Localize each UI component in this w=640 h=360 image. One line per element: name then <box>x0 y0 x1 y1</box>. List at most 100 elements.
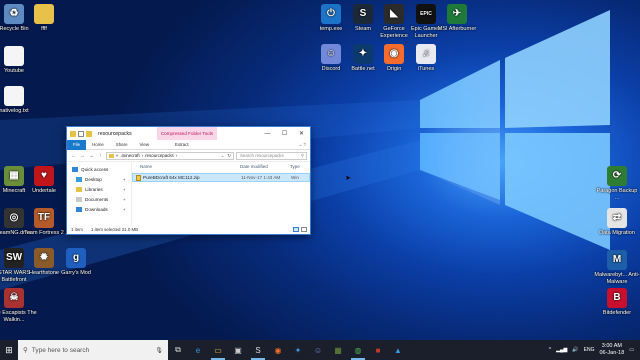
title-bar[interactable]: resourcepacks Compressed Folder Tools — … <box>67 127 310 140</box>
folder-icon <box>109 153 114 158</box>
breadcrumb-prefix[interactable]: « <box>116 153 118 158</box>
clock[interactable]: 3:00 AM 06-Jan-18 <box>599 343 624 357</box>
tab-home[interactable]: Home <box>86 140 110 150</box>
details-view-icon[interactable] <box>293 227 299 232</box>
task-view-icon[interactable]: ⧉ <box>168 340 188 360</box>
tab-view[interactable]: View <box>134 140 155 150</box>
app-icon-2[interactable]: ▲ <box>388 340 408 360</box>
maximize-button[interactable]: ☐ <box>276 127 293 140</box>
large-icons-view-icon[interactable] <box>301 227 307 232</box>
chrome-icon[interactable]: ◍ <box>348 340 368 360</box>
file-list: Name Date modified Type PureBDcraft 64x … <box>132 162 351 225</box>
recent-locations-icon[interactable]: ⌄ <box>88 153 95 159</box>
steam-taskbar-icon[interactable]: S <box>248 340 268 360</box>
taskbar-search[interactable]: ⚲ Type here to search 🎙 <box>18 340 168 360</box>
volume-icon[interactable]: 🔊 <box>572 347 578 353</box>
text-file-icon <box>4 86 24 106</box>
folder-icon <box>34 4 54 24</box>
language-indicator[interactable]: ENG <box>584 347 595 353</box>
file-row[interactable]: PureBDcraft 64x MC112.zip 11-Nov-17 1:43… <box>132 173 310 182</box>
desktop-icon[interactable]: M Malwarebyt... Anti-Malware <box>594 250 640 285</box>
pin-icon[interactable]: ✦ <box>123 207 126 212</box>
pin-icon[interactable]: ✦ <box>123 187 126 192</box>
search-icon: ⚲ <box>300 152 304 158</box>
undertale-icon: ♥ <box>34 166 54 186</box>
tab-file[interactable]: File <box>67 139 87 150</box>
address-bar[interactable]: « .minecraft › resourcepacks › ⌄ ↻ <box>106 151 234 160</box>
start-button[interactable]: ⊞ <box>0 340 18 360</box>
quick-access-toolbar <box>67 130 92 137</box>
refresh-icon[interactable]: ↻ <box>227 153 231 159</box>
column-name[interactable]: Name <box>132 164 240 169</box>
malwarebytes-icon: M <box>607 250 627 270</box>
nav-item-label: Quick access <box>81 166 109 172</box>
clock-date: 06-Jan-18 <box>599 350 625 356</box>
pin-icon[interactable]: ✦ <box>123 197 126 202</box>
file-explorer-window[interactable]: resourcepacks Compressed Folder Tools — … <box>66 126 351 235</box>
store-icon[interactable]: ▣ <box>228 340 248 360</box>
nav-item[interactable]: Downloads ✦ <box>67 204 131 214</box>
back-icon[interactable]: ← <box>70 153 77 159</box>
discord-taskbar-icon[interactable]: ☺ <box>308 340 328 360</box>
desktop-icon[interactable]: ☠ The Escapists The Walkin... <box>0 288 37 323</box>
origin-taskbar-icon[interactable]: ◉ <box>268 340 288 360</box>
up-icon[interactable]: ↑ <box>97 153 104 159</box>
file-type: Win <box>291 175 299 180</box>
desktop-icon[interactable]: TF Team Fortress 2 <box>21 208 67 237</box>
desktop-icon-label: Undertale <box>32 188 56 194</box>
breadcrumb-minecraft[interactable]: .minecraft <box>120 153 139 158</box>
file-name: PureBDcraft 64x MC112.zip <box>143 175 200 180</box>
desktop-icon[interactable]: ⟳ Paragon Backup ... <box>594 166 640 201</box>
breadcrumb-separator: › <box>141 153 144 158</box>
star-icon <box>72 166 78 172</box>
battlenet-taskbar-icon[interactable]: ✦ <box>288 340 308 360</box>
desktop-icon[interactable]: ✈ MSI Afterburner <box>434 4 480 33</box>
app-icon[interactable]: ■ <box>368 340 388 360</box>
nav-item[interactable]: Quick access <box>67 164 131 174</box>
document-icon <box>4 46 24 66</box>
minecraft-taskbar-icon[interactable]: ▦ <box>328 340 348 360</box>
nav-item-label: Documents <box>85 196 109 202</box>
status-bar: 1 item 1 item selected 21.0 MB <box>67 225 310 234</box>
desktop-icon[interactable]: ♫ iTunes <box>403 44 449 73</box>
desktop-icon[interactable]: g Garry's Mod <box>53 248 99 277</box>
nav-item[interactable]: Desktop ✦ <box>67 174 131 184</box>
forward-icon[interactable]: → <box>79 153 86 159</box>
window-title: resourcepacks <box>98 130 132 137</box>
nav-item[interactable]: Libraries ✦ <box>67 184 131 194</box>
desktop-icon-label: Bitdefender <box>602 310 632 316</box>
tab-extract[interactable]: Extract <box>169 140 195 150</box>
edge-icon[interactable]: e <box>188 340 208 360</box>
pin-icon[interactable]: ✦ <box>123 177 126 182</box>
system-tray: ^ ▂▄▆ 🔊 ENG 3:00 AM 06-Jan-18 ▭ <box>549 343 640 357</box>
column-date-modified[interactable]: Date modified <box>240 164 290 169</box>
desktop-icon[interactable]: ffff <box>21 4 67 33</box>
search-input[interactable]: Search resourcepacks ⚲ <box>236 151 307 160</box>
properties-icon[interactable] <box>78 130 84 137</box>
chevron-up-icon[interactable]: ^ <box>549 347 551 353</box>
chevron-down-icon[interactable]: ⌄ <box>221 153 225 159</box>
desktop-icon[interactable]: ⇄ Data Migration <box>594 208 640 237</box>
desktop-icon[interactable]: nativelog.txt <box>0 86 37 115</box>
expand-ribbon-icon[interactable]: ⌄ ? <box>299 142 310 148</box>
column-type[interactable]: Type <box>290 164 310 169</box>
desktop-icon[interactable]: B Bitdefender <box>594 288 640 317</box>
microphone-icon[interactable]: 🎙 <box>155 347 163 354</box>
nav-item[interactable]: Documents ✦ <box>67 194 131 204</box>
breadcrumb-separator: › <box>175 153 178 158</box>
new-folder-icon[interactable] <box>86 130 92 137</box>
compressed-folder-tools-tab[interactable]: Compressed Folder Tools <box>157 127 217 140</box>
tab-share[interactable]: Share <box>110 140 134 150</box>
desktop-icon[interactable]: ♥ Undertale <box>21 166 67 195</box>
minimize-button[interactable]: — <box>259 127 276 140</box>
close-button[interactable]: ✕ <box>293 127 310 140</box>
garrys-mod-icon: g <box>66 248 86 268</box>
ribbon-tabs: File Home Share View Extract ⌄ ? <box>67 139 310 150</box>
nav-item-label: Libraries <box>85 186 103 192</box>
file-explorer-icon[interactable]: ▭ <box>208 340 228 360</box>
network-icon[interactable]: ▂▄▆ <box>556 347 567 353</box>
desktop-icon-label: The Escapists The Walkin... <box>0 310 37 323</box>
breadcrumb-resourcepacks[interactable]: resourcepacks <box>145 153 174 158</box>
desktop-icon[interactable]: Youtube <box>0 46 37 75</box>
notifications-icon[interactable]: ▭ <box>629 347 634 353</box>
